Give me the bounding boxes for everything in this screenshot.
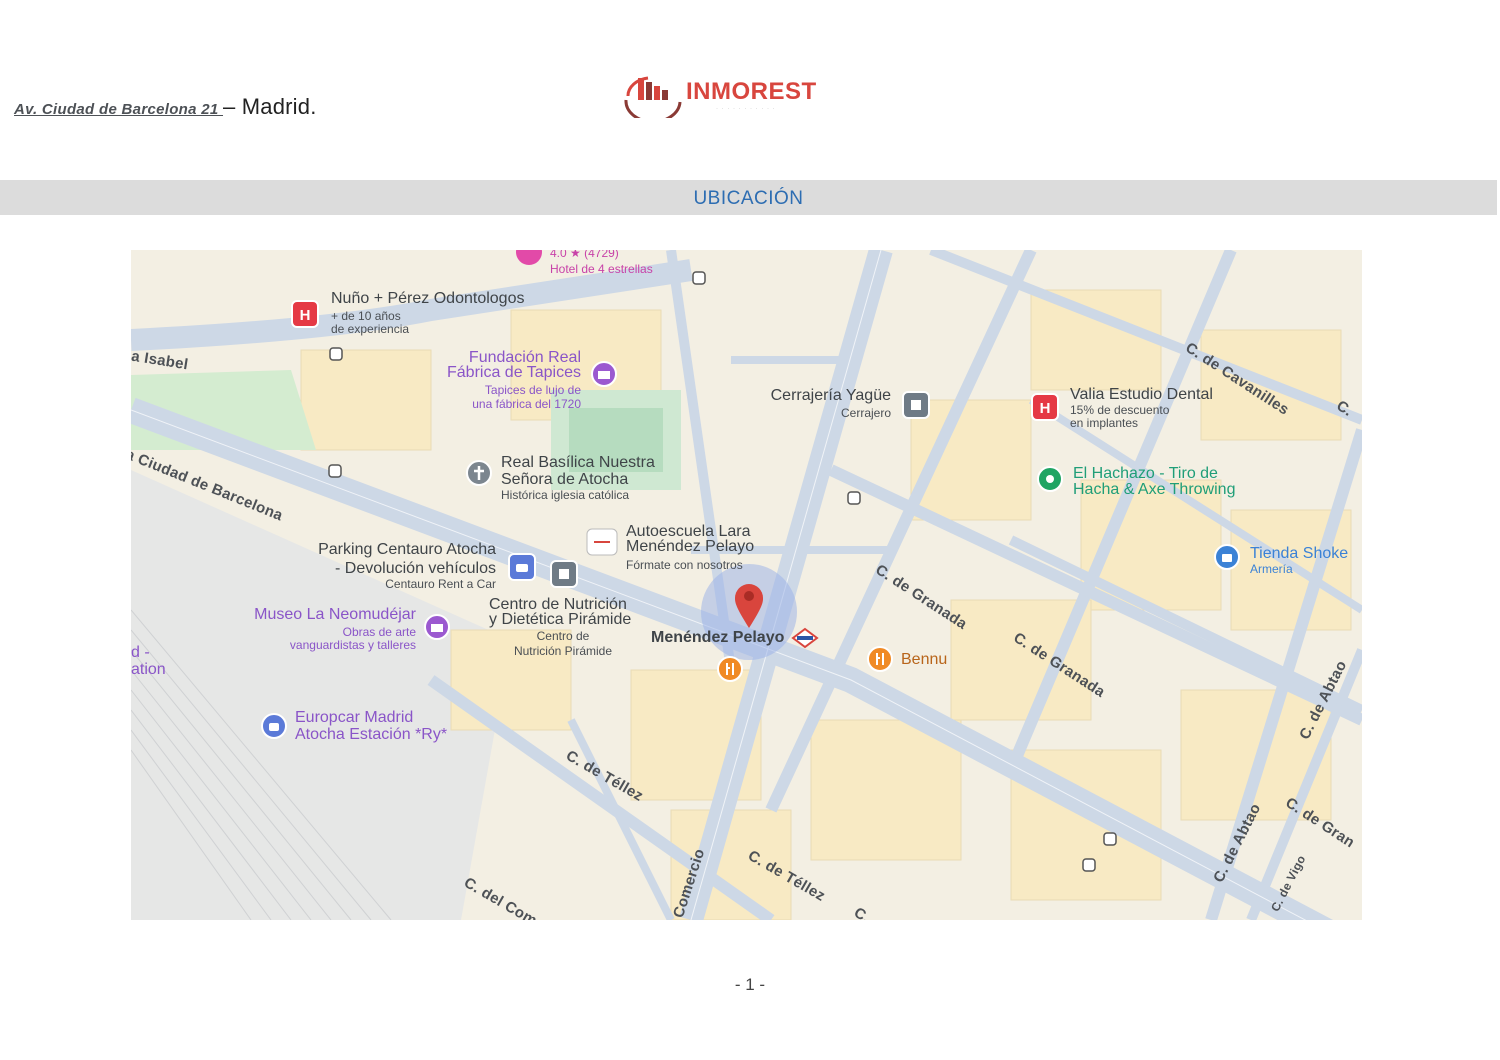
property-address: Av. Ciudad de Barcelona 21 – Madrid. [14,94,317,120]
hotel-icon[interactable] [514,250,544,266]
logo-text: INMOREST [686,78,817,105]
nuno-sub2: de experiencia [331,322,410,336]
fundacion-sub2: una fábrica del 1720 [472,397,581,411]
hotel-rating: 4.0 ★ (4729) [550,250,619,260]
cerrajeria-name[interactable]: Cerrajería Yagüe [771,387,891,405]
valia-sub1: 15% de descuento [1070,403,1170,417]
metro-icon[interactable] [791,627,819,649]
shop-icon[interactable] [550,560,578,588]
europcar-name2[interactable]: Atocha Estación *Ry* [295,726,447,744]
svg-text:H: H [300,307,311,324]
fundacion-sub1: Tapices de lujo de [484,383,581,397]
museo-sub2: vanguardistas y talleres [289,638,416,652]
edge-fragment-1: d - [131,644,150,661]
autoescuela-sub: Fórmate con nosotros [626,558,743,572]
inmorest-logo: INMOREST · · · · · · · · · · · [620,70,820,124]
bus-stop-icon[interactable] [328,464,342,478]
section-title: UBICACIÓN [693,188,804,209]
tienda-name[interactable]: Tienda Shoke [1250,545,1348,563]
map-canvas [131,250,1362,920]
museum-icon[interactable] [424,614,450,640]
centro-sub2: Nutrición Pirámide [513,644,613,658]
nuno-name[interactable]: Nuño + Pérez Odontologos [331,290,524,308]
valia-sub2: en implantes [1070,416,1139,430]
bennu-name[interactable]: Bennu [901,651,947,669]
leisure-icon[interactable] [1036,465,1064,493]
hachazo-name2[interactable]: Hacha & Axe Throwing [1073,481,1235,499]
hospital-icon[interactable]: H [1031,393,1059,421]
svg-text:H: H [1040,400,1051,417]
car-rental-icon[interactable] [260,712,288,740]
museo-name[interactable]: Museo La Neomudéjar [254,606,416,624]
edge-fragment-2: ation [131,661,166,678]
shop-icon[interactable] [902,391,930,419]
bus-stop-icon[interactable] [1082,858,1096,872]
museo-sub1: Obras de arte [342,625,416,639]
address-street: Av. Ciudad de Barcelona 21 [14,101,224,118]
basilica-name1[interactable]: Real Basílica Nuestra [501,454,655,472]
autoescuela-name2[interactable]: Menéndez Pelayo [626,538,754,556]
car-rental-icon[interactable] [1213,543,1241,571]
parking-icon[interactable] [508,553,536,581]
bus-stop-icon[interactable] [1103,832,1117,846]
europcar-name1[interactable]: Europcar Madrid [295,709,413,727]
basilica-sub: Histórica iglesia católica [501,488,630,502]
basilica-name2[interactable]: Señora de Atocha [501,471,628,489]
parking-name2[interactable]: - Devolución vehículos [335,560,496,578]
fundacion-name2[interactable]: Fábrica de Tapices [447,364,581,382]
museum-icon[interactable] [591,361,617,387]
cerrajeria-sub: Cerrajero [840,406,891,420]
parking-name1[interactable]: Parking Centauro Atocha [318,541,496,559]
restaurant-icon[interactable] [866,645,894,673]
metro-name[interactable]: Menéndez Pelayo [651,629,784,647]
bus-stop-icon[interactable] [329,347,343,361]
logo-subtext: · · · · · · · · · · · [716,106,776,112]
hospital-icon[interactable]: H [291,300,319,328]
centro-sub1: Centro de [536,629,590,643]
valia-name[interactable]: Valia Estudio Dental [1070,386,1213,404]
nuno-sub1: + de 10 años [331,309,401,323]
section-band: UBICACIÓN [0,180,1497,215]
address-city: – Madrid. [223,94,317,119]
autoescuela-logo-icon[interactable] [586,528,618,556]
church-icon[interactable] [466,460,492,486]
tienda-sub: Armería [1250,562,1293,576]
bus-stop-icon[interactable] [692,271,706,285]
page-number: - 1 - [734,975,766,994]
hotel-type: Hotel de 4 estrellas [550,262,653,276]
bus-stop-icon[interactable] [847,491,861,505]
restaurant-icon[interactable] [716,655,744,683]
centro-name2[interactable]: y Dietética Pirámide [489,611,631,629]
logo-building-icon [624,76,682,124]
location-map[interactable]: H H 4.0 ★ (4729) Hotel de 4 estrellas Nu… [131,250,1362,920]
parking-sub: Centauro Rent a Car [385,577,496,591]
